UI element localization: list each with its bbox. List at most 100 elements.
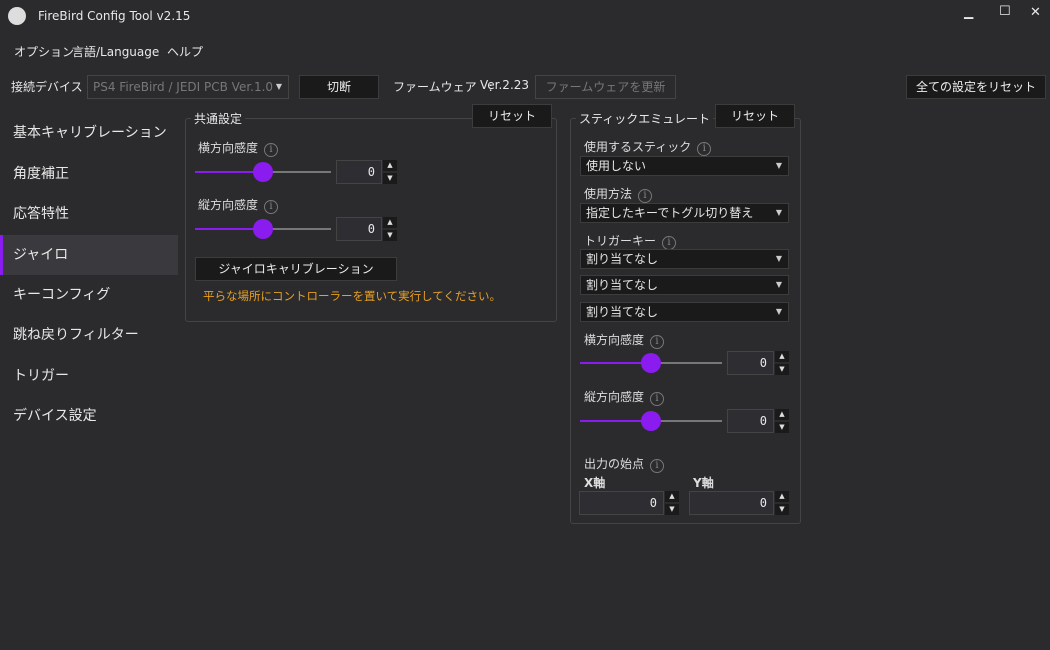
stick-v-sens-value[interactable]: 0 [727, 409, 774, 433]
spin-down-icon[interactable]: ▼ [775, 504, 789, 515]
update-firmware-button[interactable]: ファームウェアを更新 [535, 75, 676, 99]
stick-h-sens-value[interactable]: 0 [727, 351, 774, 375]
origin-label: 出力の始点 i [584, 455, 665, 473]
v-sens-spinbox[interactable]: 0 ▲ ▼ [336, 217, 397, 241]
spin-down-icon[interactable]: ▼ [383, 173, 397, 184]
reset-all-button[interactable]: 全ての設定をリセット [906, 75, 1046, 99]
menu-language[interactable]: 言語/Language [72, 43, 159, 60]
sidebar-item-angle-correction[interactable]: 角度補正 [0, 154, 178, 194]
stick-v-sens-slider[interactable] [580, 411, 722, 431]
v-sens-slider[interactable] [195, 219, 331, 239]
chevron-down-icon: ▼ [775, 208, 782, 217]
sidebar-item-device-settings[interactable]: デバイス設定 [0, 396, 178, 436]
chevron-down-icon: ▼ [775, 280, 782, 289]
method-select[interactable]: 指定したキーでトグル切り替え ▼ [580, 203, 789, 223]
chevron-down-icon: ▼ [775, 307, 782, 316]
x-axis-label: X軸 [584, 476, 606, 490]
stick-h-sens-label: 横方向感度 i [584, 331, 665, 349]
info-icon[interactable]: i [650, 459, 665, 473]
slider-thumb[interactable] [641, 353, 661, 373]
slider-thumb[interactable] [641, 411, 661, 431]
common-settings-title: 共通設定 [191, 110, 246, 127]
slider-thumb[interactable] [253, 219, 273, 239]
use-stick-value: 使用しない [586, 159, 647, 173]
h-sens-label: 横方向感度 i [198, 139, 279, 157]
y-axis-label: Y軸 [693, 476, 714, 490]
use-stick-select[interactable]: 使用しない ▼ [580, 156, 789, 176]
trigger-key-select-2[interactable]: 割り当てなし ▼ [580, 275, 789, 295]
spin-up-icon[interactable]: ▲ [665, 491, 679, 502]
sidebar-item-trigger[interactable]: トリガー [0, 356, 178, 396]
stick-emulate-title: スティックエミュレート [576, 110, 714, 127]
device-select[interactable]: PS4 FireBird / JEDI PCB Ver.1.0 ▼ [87, 75, 289, 99]
menu-help[interactable]: ヘルプ [167, 43, 203, 60]
trigger-key-select-3[interactable]: 割り当てなし ▼ [580, 302, 789, 322]
trigger-key-value: 割り当てなし [586, 278, 659, 292]
window-title: FireBird Config Tool v2.15 [38, 9, 191, 23]
spin-up-icon[interactable]: ▲ [775, 409, 789, 420]
stick-v-sens-spinbox[interactable]: 0 ▲ ▼ [727, 409, 789, 433]
spin-up-icon[interactable]: ▲ [383, 217, 397, 228]
sidebar-item-gyro[interactable]: ジャイロ [0, 235, 178, 275]
maximize-button[interactable]: ☐ [999, 4, 1011, 19]
trigger-key-label: トリガーキー i [584, 232, 677, 250]
trigger-key-select-1[interactable]: 割り当てなし ▼ [580, 249, 789, 269]
info-icon[interactable]: i [650, 335, 665, 349]
info-icon[interactable]: i [264, 200, 279, 214]
origin-text: 出力の始点 [584, 457, 645, 471]
stick-h-sens-spinbox[interactable]: 0 ▲ ▼ [727, 351, 789, 375]
close-button[interactable]: ✕ [1030, 5, 1041, 20]
info-icon[interactable]: i [638, 189, 653, 203]
device-label: 接続デバイス [11, 80, 83, 94]
calibration-hint: 平らな場所にコントローラーを置いて実行してください。 [203, 289, 501, 303]
v-sens-text: 縦方向感度 [198, 198, 259, 212]
disconnect-button[interactable]: 切断 [299, 75, 379, 99]
h-sens-spinbox[interactable]: 0 ▲ ▼ [336, 160, 397, 184]
common-reset-button[interactable]: リセット [472, 104, 552, 128]
gyro-calibration-button[interactable]: ジャイロキャリブレーション [195, 257, 397, 281]
spin-up-icon[interactable]: ▲ [383, 160, 397, 171]
stick-h-sens-slider[interactable] [580, 353, 722, 373]
spin-down-icon[interactable]: ▼ [383, 230, 397, 241]
stick-h-sens-text: 横方向感度 [584, 333, 645, 347]
trigger-key-text: トリガーキー [584, 234, 657, 248]
firmware-version: Ver.2.23 [480, 78, 530, 92]
v-sens-value[interactable]: 0 [336, 217, 382, 241]
method-value: 指定したキーでトグル切り替え [586, 206, 754, 220]
slider-thumb[interactable] [253, 162, 273, 182]
device-value: PS4 FireBird / JEDI PCB Ver.1.0 [93, 80, 274, 94]
info-icon[interactable]: i [662, 236, 677, 250]
minimize-button[interactable]: ▁ [964, 5, 973, 19]
spin-down-icon[interactable]: ▼ [775, 422, 789, 433]
y-axis-spinbox[interactable]: 0 ▲ ▼ [689, 491, 789, 515]
h-sens-value[interactable]: 0 [336, 160, 382, 184]
v-sens-label: 縦方向感度 i [198, 196, 279, 214]
x-axis-spinbox[interactable]: 0 ▲ ▼ [579, 491, 679, 515]
h-sens-text: 横方向感度 [198, 141, 259, 155]
x-axis-value[interactable]: 0 [579, 491, 664, 515]
info-icon[interactable]: i [697, 142, 712, 156]
sidebar-item-basic-calibration[interactable]: 基本キャリブレーション [0, 113, 178, 153]
spin-up-icon[interactable]: ▲ [775, 351, 789, 362]
stick-v-sens-label: 縦方向感度 i [584, 388, 665, 406]
h-sens-slider[interactable] [195, 162, 331, 182]
stick-v-sens-text: 縦方向感度 [584, 390, 645, 404]
y-axis-value[interactable]: 0 [689, 491, 774, 515]
sidebar-item-response[interactable]: 応答特性 [0, 194, 178, 234]
sidebar-item-key-config[interactable]: キーコンフィグ [0, 275, 178, 315]
spin-up-icon[interactable]: ▲ [775, 491, 789, 502]
menu-options[interactable]: オプション [14, 43, 74, 60]
chevron-down-icon: ▼ [775, 254, 782, 263]
use-stick-label: 使用するスティック i [584, 138, 712, 156]
info-icon[interactable]: i [650, 392, 665, 406]
info-icon[interactable]: i [264, 143, 279, 157]
spin-down-icon[interactable]: ▼ [775, 364, 789, 375]
sidebar-item-rebound-filter[interactable]: 跳ね戻りフィルター [0, 315, 178, 355]
use-stick-text: 使用するスティック [584, 140, 692, 154]
stick-reset-button[interactable]: リセット [715, 104, 795, 128]
spin-down-icon[interactable]: ▼ [665, 504, 679, 515]
trigger-key-value: 割り当てなし [586, 305, 659, 319]
method-label: 使用方法 i [584, 185, 653, 203]
chevron-down-icon: ▼ [275, 82, 282, 91]
method-text: 使用方法 [584, 187, 633, 201]
